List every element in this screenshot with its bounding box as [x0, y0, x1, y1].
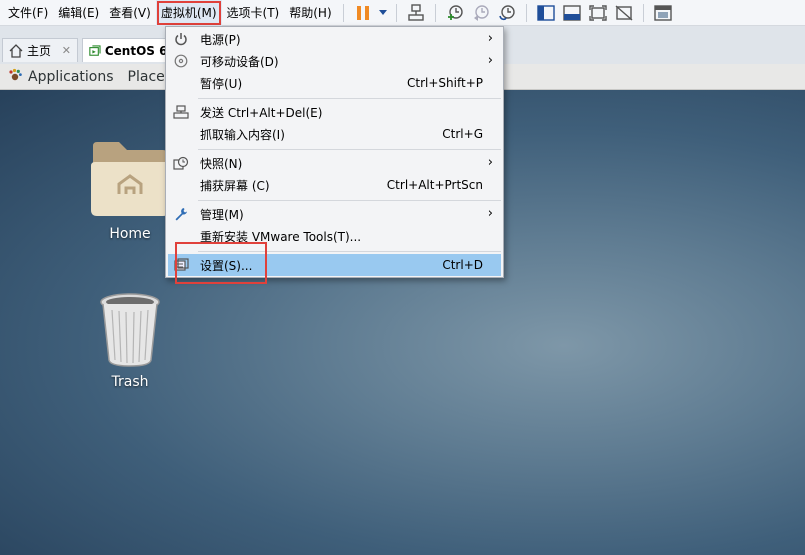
menu-separator	[198, 98, 501, 99]
menu-item-manage[interactable]: 管理(M) ›	[166, 203, 503, 225]
show-library-button[interactable]	[533, 1, 559, 25]
menu-view[interactable]: 查看(V)	[104, 0, 156, 26]
gnome-foot-icon	[8, 68, 22, 86]
keyboard-network-icon	[166, 105, 196, 119]
menu-separator	[198, 200, 501, 201]
take-snapshot-button[interactable]	[442, 1, 468, 25]
applications-menu[interactable]: Applications	[28, 69, 114, 85]
thumbnail-icon	[562, 4, 581, 21]
vm-dropdown-menu: 电源(P) › 可移动设备(D) › 暂停(U) Ctrl+Shift+P 发送…	[165, 26, 504, 278]
menu-item-removable-devices[interactable]: 可移动设备(D) ›	[166, 50, 503, 72]
fullscreen-icon	[588, 4, 607, 21]
unity-button[interactable]	[611, 1, 637, 25]
menu-file[interactable]: 文件(F)	[0, 0, 53, 26]
menu-item-grab-input[interactable]: 抓取输入内容(I) Ctrl+G	[166, 123, 503, 145]
desktop-home-folder[interactable]: Home	[86, 138, 174, 242]
home-icon	[9, 43, 23, 58]
sidebar-icon	[536, 4, 555, 21]
vm-icon	[89, 44, 101, 56]
power-icon	[166, 32, 196, 46]
submenu-arrow-icon: ›	[487, 155, 493, 170]
console-view-icon	[653, 4, 672, 21]
snapshot-manager-icon	[498, 4, 515, 20]
menu-tabs[interactable]: 选项卡(T)	[222, 0, 285, 26]
menu-help[interactable]: 帮助(H)	[284, 0, 336, 26]
submenu-arrow-icon: ›	[487, 31, 493, 46]
toolbar-separator	[642, 3, 644, 22]
menu-item-capture-screen[interactable]: 捕获屏幕 (C) Ctrl+Alt+PrtScn	[166, 174, 503, 196]
chevron-down-icon	[378, 9, 387, 15]
menu-vm[interactable]: 虚拟机(M)	[155, 0, 222, 26]
pause-icon	[356, 5, 369, 20]
annotation-highlight-box	[175, 242, 267, 284]
toolbar-separator	[434, 3, 436, 22]
submenu-arrow-icon: ›	[487, 53, 493, 68]
toolbar-separator	[342, 3, 344, 22]
menu-edit[interactable]: 编辑(E)	[53, 0, 104, 26]
menu-item-pause[interactable]: 暂停(U) Ctrl+Shift+P	[166, 72, 503, 94]
send-ctrl-alt-del-button[interactable]	[403, 1, 429, 25]
menu-item-power[interactable]: 电源(P) ›	[166, 28, 503, 50]
console-view-button[interactable]	[650, 1, 676, 25]
menu-item-send-ctrl-alt-del[interactable]: 发送 Ctrl+Alt+Del(E)	[166, 101, 503, 123]
snapshot-icon	[166, 156, 196, 170]
keyboard-network-icon	[407, 3, 424, 21]
menu-bar: 文件(F) 编辑(E) 查看(V) 虚拟机(M) 选项卡(T) 帮助(H)	[0, 0, 805, 26]
desktop-trash-label: Trash	[111, 374, 149, 390]
menu-item-snapshot[interactable]: 快照(N) ›	[166, 152, 503, 174]
toolbar-separator	[395, 3, 397, 22]
desktop-home-label: Home	[109, 226, 151, 242]
tab-home[interactable]: 主页 ✕	[2, 38, 78, 62]
desktop-trash[interactable]: Trash	[90, 292, 170, 390]
trash-icon	[100, 293, 160, 367]
tab-home-label: 主页	[27, 44, 52, 58]
folder-icon	[91, 142, 169, 216]
tab-vm-label: CentOS 64	[104, 43, 165, 58]
snapshot-clock-icon	[447, 4, 463, 20]
submenu-arrow-icon: ›	[487, 206, 493, 221]
pause-dropdown-button[interactable]	[376, 1, 390, 25]
pause-button[interactable]	[350, 1, 376, 25]
thumbnail-bar-button[interactable]	[559, 1, 585, 25]
menu-separator	[198, 149, 501, 150]
disc-icon	[166, 54, 196, 68]
full-screen-button[interactable]	[585, 1, 611, 25]
revert-snapshot-button[interactable]	[468, 1, 494, 25]
tab-vm[interactable]: CentOS 64	[82, 38, 172, 62]
snapshot-revert-icon	[473, 4, 489, 21]
unity-icon	[615, 4, 633, 21]
toolbar-separator	[525, 3, 527, 22]
wrench-icon	[166, 207, 196, 221]
snapshot-manager-button[interactable]	[494, 1, 520, 25]
close-icon[interactable]: ✕	[62, 44, 71, 57]
